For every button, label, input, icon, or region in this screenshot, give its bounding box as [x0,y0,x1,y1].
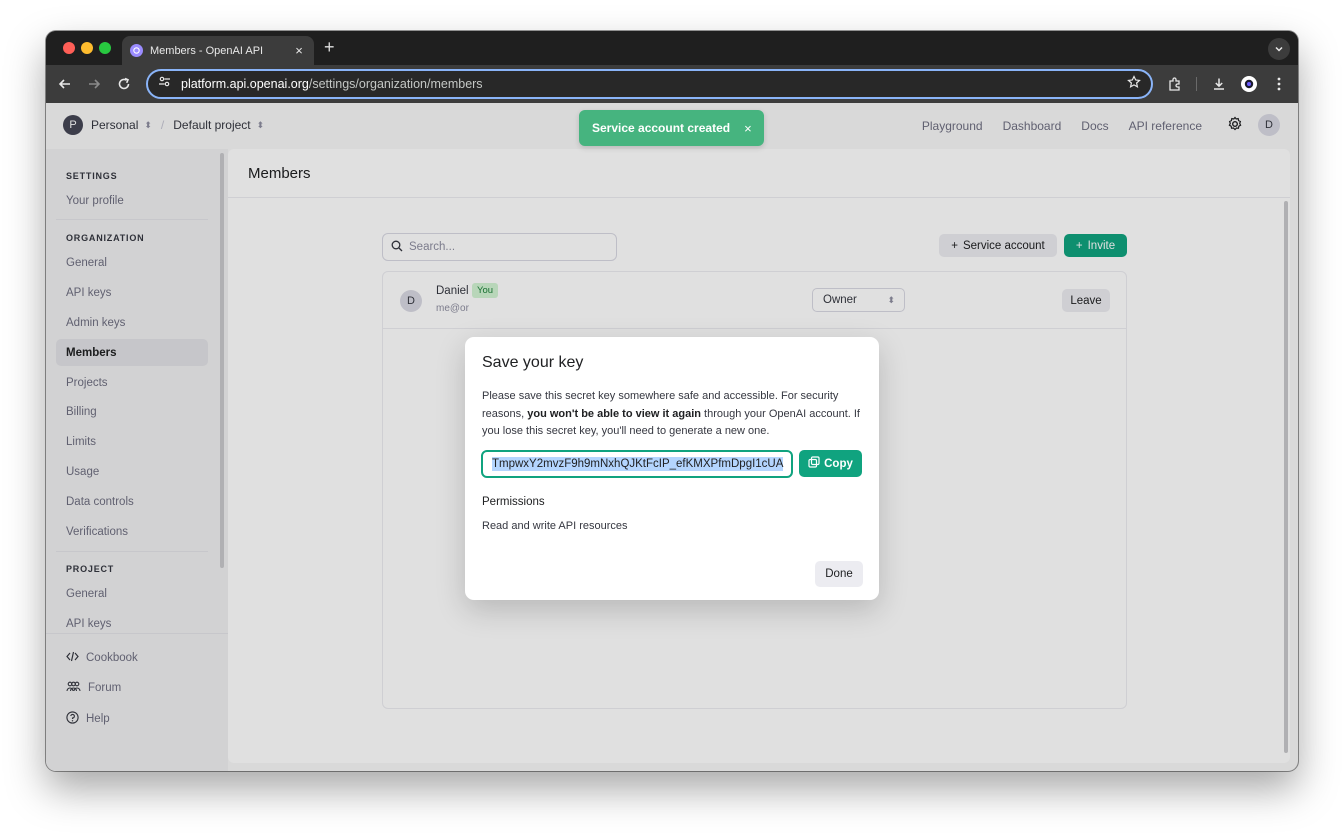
back-icon[interactable] [55,74,75,94]
toast-message: Service account created [592,121,731,135]
tab-title: Members - OpenAI API [150,44,264,57]
toolbar-divider [1196,77,1197,91]
browser-toolbar: platform.api.openai.org/settings/organiz… [46,65,1298,103]
forward-icon[interactable] [84,74,104,94]
permissions-heading: Permissions [482,496,545,508]
secret-key-value[interactable]: TmpwxY2mvzF9h9mNxhQJKtFcIP_efKMXPfmDpgI1… [492,457,784,471]
save-key-dialog: Save your key Please save this secret ke… [465,337,879,600]
close-window-button[interactable] [63,42,75,54]
secret-key-field[interactable]: TmpwxY2mvzF9h9mNxhQJKtFcIP_efKMXPfmDpgI1… [481,450,793,478]
address-bar[interactable]: platform.api.openai.org/settings/organiz… [146,69,1153,99]
toast-notification: Service account created × [579,110,764,146]
bookmark-star-icon[interactable] [1127,74,1141,94]
dialog-description-emphasis: you won't be able to view it again [527,407,701,420]
toast-close-icon[interactable]: × [744,121,752,136]
openai-favicon-icon [130,44,143,57]
copy-button[interactable]: Copy [799,450,862,477]
download-icon[interactable] [1209,74,1229,94]
dialog-description: Please save this secret key somewhere sa… [482,388,867,441]
browser-tab[interactable]: Members - OpenAI API × [122,36,314,65]
permissions-value: Read and write API resources [482,520,628,532]
done-button[interactable]: Done [815,561,863,587]
tab-search-button[interactable] [1268,38,1290,60]
extensions-icon[interactable] [1164,74,1184,94]
tab-strip: Members - OpenAI API × + [46,31,1298,65]
url-path: /settings/organization/members [308,77,483,91]
page-content: P Personal ⬍ / Default project ⬍ Playgro… [46,103,1298,771]
copy-icon [808,456,820,471]
tab-close-icon[interactable]: × [292,43,306,58]
browser-window: Members - OpenAI API × + platform.api.op… [46,31,1298,771]
reload-icon[interactable] [114,74,134,94]
minimize-window-button[interactable] [81,42,93,54]
profile-icon[interactable] [1239,74,1259,94]
url-host: platform.api.openai.org [181,77,309,91]
chevron-down-icon [1275,46,1283,52]
url-text[interactable]: platform.api.openai.org/settings/organiz… [181,77,1127,91]
new-tab-button[interactable]: + [324,37,335,57]
copy-label: Copy [824,457,853,470]
maximize-window-button[interactable] [99,42,111,54]
browser-menu-icon[interactable] [1269,74,1289,94]
dialog-title: Save your key [482,354,584,371]
site-settings-icon[interactable] [158,75,171,93]
